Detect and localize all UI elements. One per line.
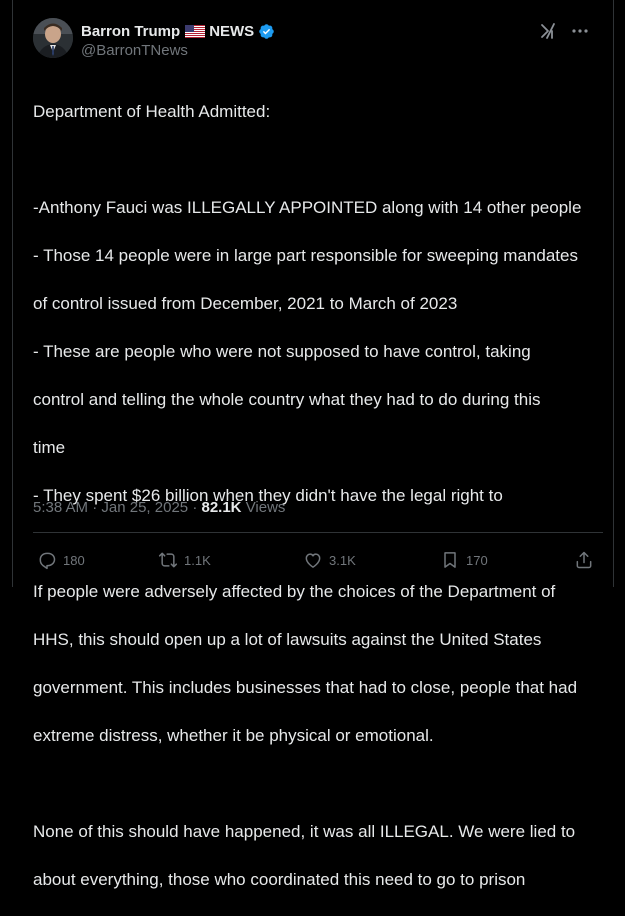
post-line: time: [33, 438, 66, 457]
action-bar: 180 1.1K 3.1K 170: [37, 548, 597, 572]
reply-count: 180: [63, 552, 85, 568]
post-line: If people were adversely affected by the…: [33, 582, 556, 601]
post-date[interactable]: Jan 25, 2025: [101, 499, 188, 516]
post-line: HHS, this should open up a lot of lawsui…: [33, 630, 542, 649]
grok-icon[interactable]: [539, 22, 557, 45]
share-button[interactable]: [574, 548, 594, 572]
post-top-actions: [539, 22, 589, 45]
post-paragraph: -Anthony Fauci was ILLEGALLY APPOINTED a…: [33, 172, 601, 532]
more-icon[interactable]: [571, 22, 589, 45]
author-name-row[interactable]: Barron Trump NEWS: [81, 21, 275, 41]
reply-icon: [37, 550, 57, 570]
views-label[interactable]: Views: [246, 499, 286, 516]
repost-button[interactable]: 1.1K: [158, 548, 211, 572]
like-count: 3.1K: [329, 552, 356, 568]
meta-separator: ·: [192, 499, 198, 516]
post-paragraph: Department of Health Admitted:: [33, 76, 601, 148]
verified-badge-icon[interactable]: [258, 23, 275, 40]
post-line: of control issued from December, 2021 to…: [33, 294, 458, 313]
post-line: - Those 14 people were in large part res…: [33, 246, 578, 265]
meta-separator: ·: [92, 499, 98, 516]
retweet-icon: [158, 550, 178, 570]
share-icon: [574, 550, 594, 570]
post-line: -Anthony Fauci was ILLEGALLY APPOINTED a…: [33, 198, 582, 217]
post-text: Department of Health Admitted: -Anthony …: [33, 76, 601, 916]
bookmark-icon: [440, 550, 460, 570]
reply-button[interactable]: 180: [37, 548, 85, 572]
post-line: control and telling the whole country wh…: [33, 390, 541, 409]
us-flag-icon: [185, 24, 206, 38]
repost-count: 1.1K: [184, 552, 211, 568]
post-line: None of this should have happened, it wa…: [33, 822, 576, 841]
author-name[interactable]: Barron Trump: [81, 23, 180, 40]
avatar[interactable]: [33, 18, 73, 58]
avatar-image: [33, 18, 73, 58]
like-button[interactable]: 3.1K: [303, 548, 356, 572]
post-meta: 5:38 AM · Jan 25, 2025 · 82.1K Views: [33, 499, 285, 516]
like-icon: [303, 550, 323, 570]
divider: [33, 532, 603, 533]
post-line: - These are people who were not supposed…: [33, 342, 531, 361]
author-block[interactable]: Barron Trump NEWS @BarronTNews: [81, 21, 275, 59]
post-header: Barron Trump NEWS @BarronTNews: [33, 18, 603, 62]
post-paragraph: None of this should have happened, it wa…: [33, 796, 601, 916]
post-time[interactable]: 5:38 AM: [33, 499, 88, 516]
author-handle[interactable]: @BarronTNews: [81, 42, 275, 59]
bookmark-button[interactable]: 170: [440, 548, 488, 572]
author-label[interactable]: NEWS: [209, 23, 254, 40]
post-line: extreme distress, whether it be physical…: [33, 726, 434, 745]
bookmark-count: 170: [466, 552, 488, 568]
post-line: government. This includes businesses tha…: [33, 678, 578, 697]
post-paragraph: If people were adversely affected by the…: [33, 556, 601, 772]
post-line: Department of Health Admitted:: [33, 102, 271, 121]
views-count[interactable]: 82.1K: [201, 499, 241, 516]
post-line: about everything, those who coordinated …: [33, 870, 526, 889]
